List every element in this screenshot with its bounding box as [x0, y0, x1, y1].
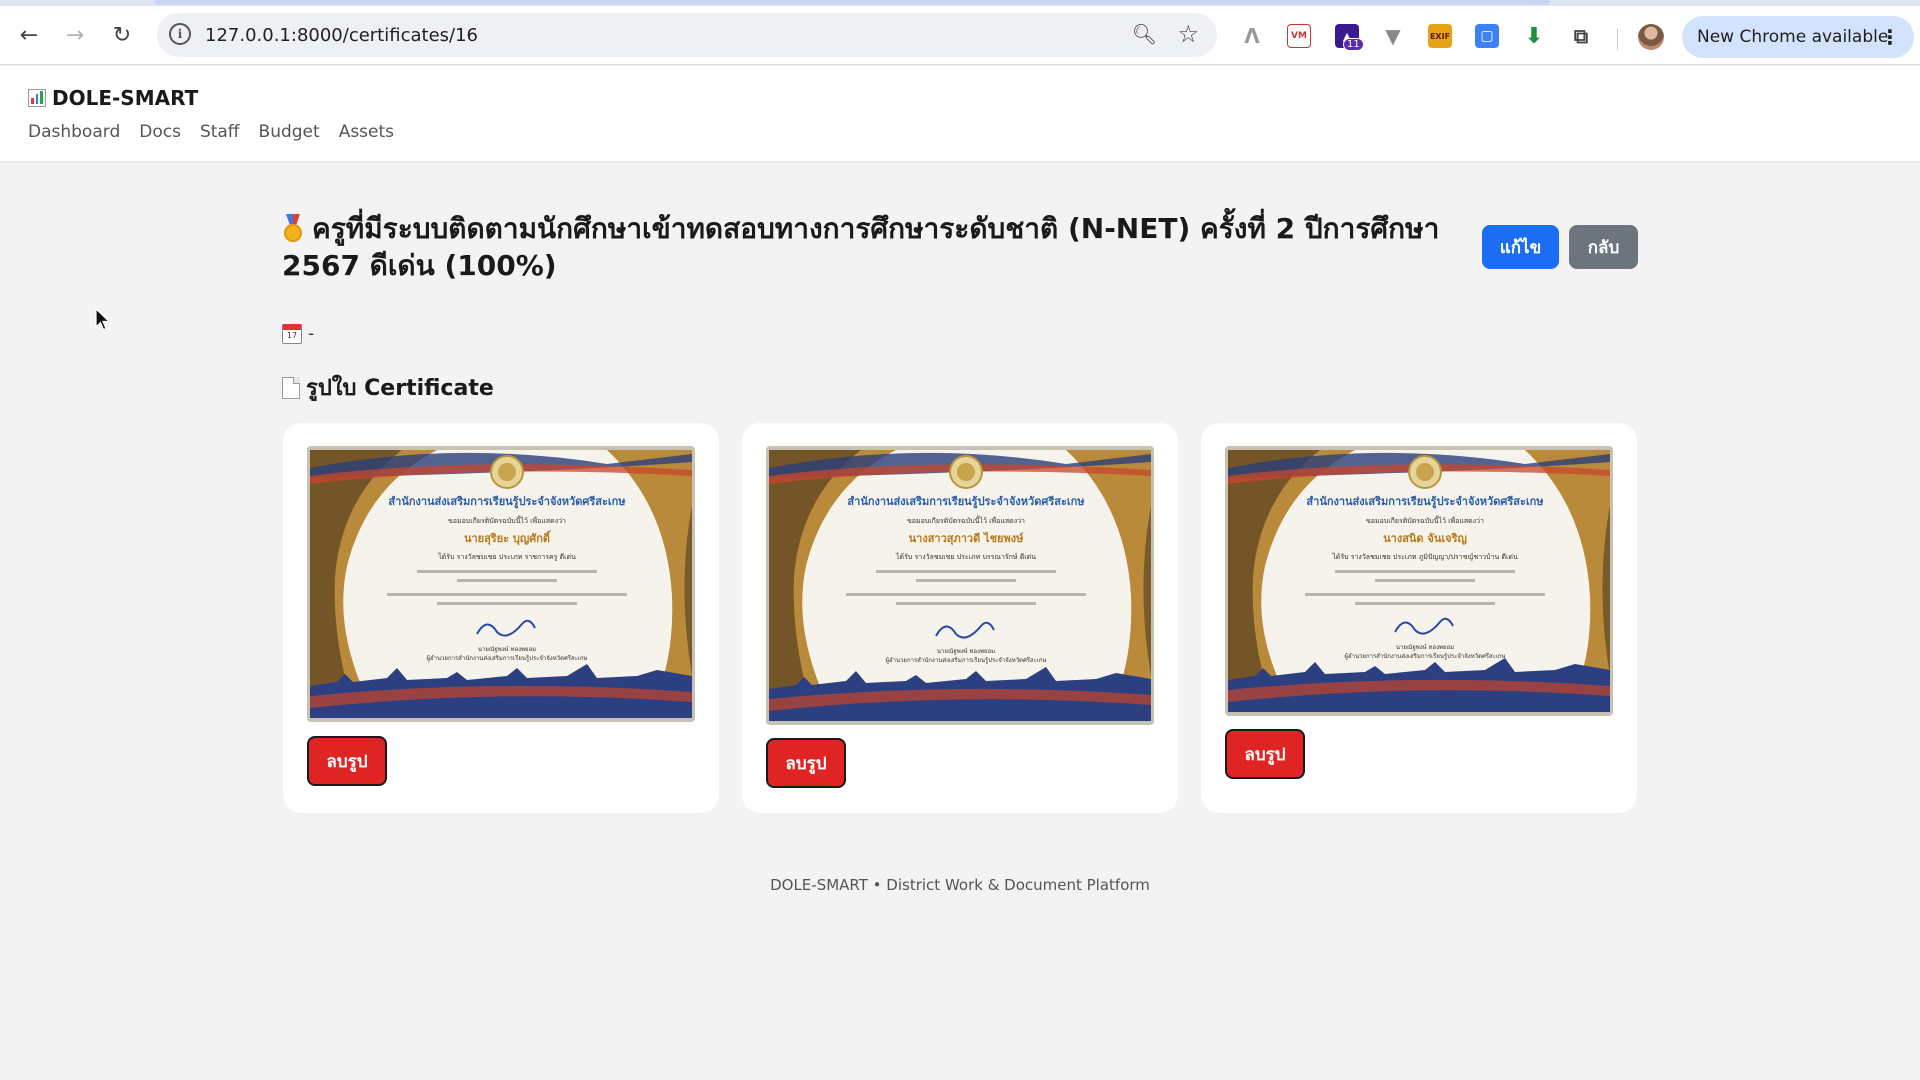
section-title: รูปใบ Certificate — [282, 370, 494, 405]
profile-avatar[interactable] — [1638, 24, 1664, 50]
date-value: - — [308, 324, 315, 344]
more-menu-icon[interactable]: ⋮ — [1880, 25, 1900, 49]
toolbar-divider — [1617, 28, 1618, 50]
bar-chart-icon — [28, 89, 46, 107]
cert-award-text: ได้รับ รางวัลชมเชย ประเภท บรรณารักษ์ ดีเ… — [895, 552, 1036, 561]
cert-recipient-name: นางสาวสุภาวดี ไชยพงษ์ — [909, 531, 1024, 546]
cert-award-text: ได้รับ รางวัลชมเชย ประเภท ราชการครู ดีเด… — [437, 552, 576, 561]
date-line: 17 - — [282, 324, 314, 344]
delete-image-button[interactable]: ลบรูป — [1225, 729, 1305, 779]
forward-arrow-icon[interactable]: → — [58, 18, 92, 52]
nav-budget[interactable]: Budget — [259, 122, 320, 142]
bookmark-star-icon[interactable]: ☆ — [1177, 20, 1199, 48]
brand-name: DOLE-SMART — [52, 86, 199, 110]
certificate-image: สำนักงานส่งเสริมการเรียนรู้ประจำจังหวัดศ… — [1225, 446, 1613, 716]
cert-signer-title: ผู้อำนวยการสำนักงานส่งเสริมการเรียนรู้ปร… — [426, 654, 587, 662]
nav-docs[interactable]: Docs — [139, 122, 181, 142]
chat-extension-icon[interactable]: ▢ — [1475, 24, 1499, 48]
site-info-icon[interactable]: i — [169, 23, 191, 45]
certificate-card: สำนักงานส่งเสริมการเรียนรู้ประจำจังหวัดศ… — [1201, 423, 1637, 813]
delete-image-button[interactable]: ลบรูป — [307, 736, 387, 786]
brand[interactable]: DOLE-SMART — [28, 86, 198, 110]
app-header: DOLE-SMART Dashboard Docs Staff Budget A… — [0, 66, 1920, 161]
chrome-update-label: New Chrome available — [1697, 27, 1889, 47]
main-nav: Dashboard Docs Staff Budget Assets — [28, 122, 394, 142]
nav-staff[interactable]: Staff — [200, 122, 240, 142]
cert-award-text: ได้รับ รางวัลชมเชย ประเภท ภูมิปัญญา/ปราช… — [1331, 552, 1518, 561]
extensions-puzzle-icon[interactable]: ⧉ — [1569, 24, 1593, 48]
medal-icon — [282, 214, 304, 242]
zoom-icon[interactable]: 🔍︎ — [1132, 22, 1157, 46]
cert-signer-title: ผู้อำนวยการสำนักงานส่งเสริมการเรียนรู้ปร… — [885, 656, 1046, 664]
download-extension-icon[interactable]: ⬇ — [1522, 24, 1546, 49]
delete-image-button[interactable]: ลบรูป — [766, 738, 846, 788]
cert-office-text: สำนักงานส่งเสริมการเรียนรู้ประจำจังหวัดศ… — [388, 495, 626, 509]
vm-extension-icon[interactable]: VM — [1287, 24, 1311, 48]
extension-a-icon[interactable]: Λ — [1240, 24, 1264, 48]
edit-button[interactable]: แก้ไข — [1482, 225, 1559, 269]
active-tab-indicator — [155, 0, 1550, 5]
certificate-card: สำนักงานส่งเสริมการเรียนรู้ประจำจังหวัดศ… — [283, 423, 719, 813]
certificate-image: สำนักงานส่งเสริมการเรียนรู้ประจำจังหวัดศ… — [307, 446, 695, 722]
reload-icon[interactable]: ↻ — [105, 18, 139, 52]
extension-badge: 11 — [1343, 38, 1364, 51]
mouse-cursor-icon — [95, 308, 111, 331]
certificate-image: สำนักงานส่งเสริมการเรียนรู้ประจำจังหวัดศ… — [766, 446, 1154, 725]
browser-toolbar: ← → ↻ i 127.0.0.1:8000/certificates/16 🔍… — [0, 6, 1920, 65]
url-text[interactable]: 127.0.0.1:8000/certificates/16 — [205, 25, 478, 46]
section-title-text: รูปใบ Certificate — [306, 376, 494, 401]
back-button[interactable]: กลับ — [1569, 225, 1638, 269]
document-icon — [282, 376, 300, 399]
page-title: ครูที่มีระบบติดตามนักศึกษาเข้าทดสอบทางกา… — [282, 210, 1462, 284]
cert-office-text: สำนักงานส่งเสริมการเรียนรู้ประจำจังหวัดศ… — [847, 495, 1085, 509]
cert-signer-name: นายณัฐพงษ์ ทองพยอม — [937, 647, 995, 655]
address-bar[interactable]: i 127.0.0.1:8000/certificates/16 🔍︎ ☆ — [157, 13, 1217, 57]
cert-signer-name: นายณัฐพงษ์ ทองพยอม — [478, 645, 536, 653]
calendar-icon: 17 — [282, 324, 302, 344]
nav-assets[interactable]: Assets — [339, 122, 394, 142]
certificate-card: สำนักงานส่งเสริมการเรียนรู้ประจำจังหวัดศ… — [742, 423, 1178, 813]
cert-signer-title: ผู้อำนวยการสำนักงานส่งเสริมการเรียนรู้ปร… — [1344, 652, 1505, 660]
back-arrow-icon[interactable]: ← — [12, 18, 46, 52]
page-title-text: ครูที่มีระบบติดตามนักศึกษาเข้าทดสอบทางกา… — [282, 212, 1440, 282]
cert-signer-name: นายณัฐพงษ์ ทองพยอม — [1396, 643, 1454, 651]
exif-extension-icon[interactable]: EXIF — [1428, 24, 1452, 48]
footer: DOLE-SMART • District Work & Document Pl… — [770, 876, 1150, 894]
extension-v-icon[interactable]: ▼ — [1381, 24, 1405, 48]
chrome-update-button[interactable]: New Chrome available ⋮ — [1682, 16, 1914, 58]
cert-recipient-name: นางสนิด จันเจริญ — [1383, 532, 1467, 545]
cert-office-text: สำนักงานส่งเสริมการเรียนรู้ประจำจังหวัดศ… — [1306, 495, 1544, 509]
nav-dashboard[interactable]: Dashboard — [28, 122, 120, 142]
cert-recipient-name: นายสุริยะ บุญศักดิ์ — [464, 530, 552, 546]
